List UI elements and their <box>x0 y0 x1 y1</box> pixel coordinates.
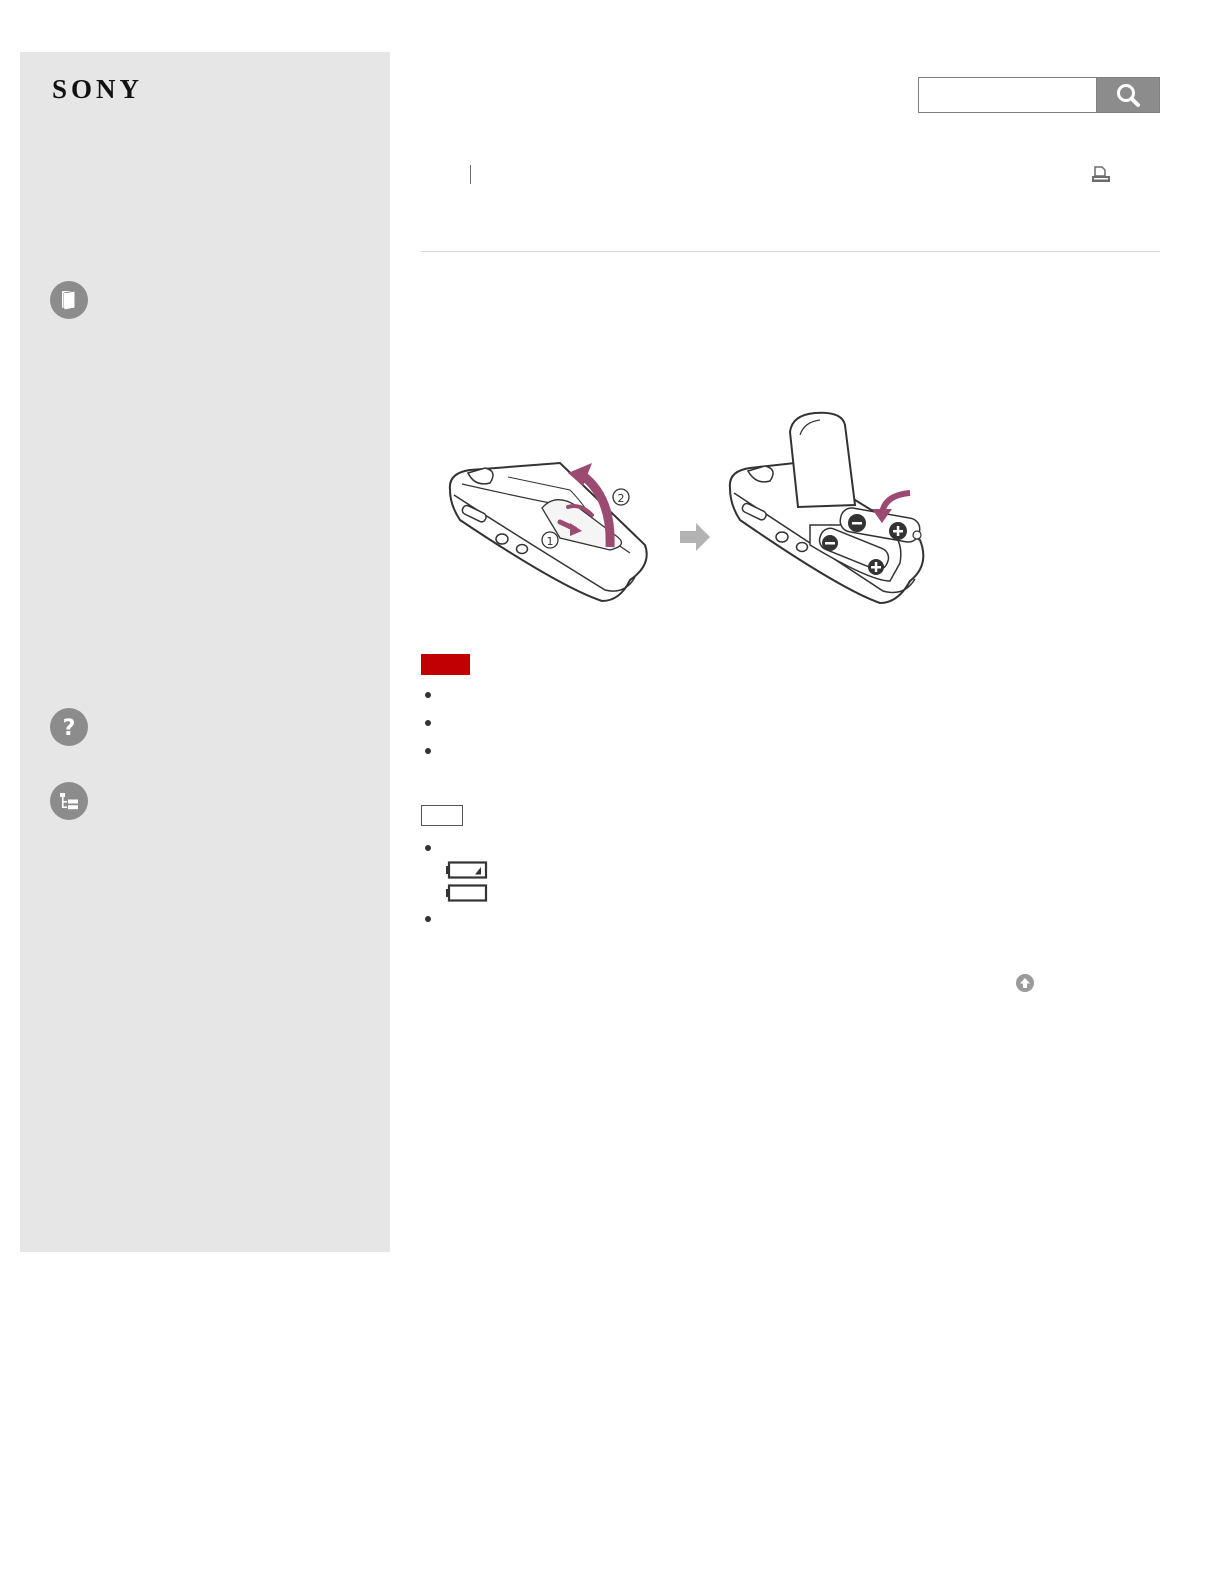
header-divider <box>421 251 1160 252</box>
search-input[interactable] <box>918 77 1096 113</box>
recorder-closed-illustration: 1 2 <box>448 461 648 603</box>
contents-tree-icon[interactable] <box>50 782 88 820</box>
battery-low-icon <box>446 861 488 879</box>
note-bullet <box>425 720 431 726</box>
sony-logo[interactable]: SONY <box>52 74 143 105</box>
arrow-up-icon <box>1020 978 1030 988</box>
hint-label <box>421 805 463 826</box>
sidebar: SONY ? <box>20 52 390 1252</box>
note-bullet <box>425 692 431 698</box>
note-label <box>421 654 470 675</box>
breadcrumb-divider <box>470 165 471 184</box>
search-icon <box>1117 84 1140 107</box>
note-bullet <box>425 748 431 754</box>
print-icon[interactable] <box>1090 165 1112 185</box>
next-step-arrow <box>680 523 710 551</box>
svg-text:2: 2 <box>618 492 625 505</box>
battery-empty-icon <box>446 884 488 902</box>
battery-insertion-illustration: 1 2 <box>448 411 925 605</box>
hint-bullet <box>425 916 431 922</box>
search-button[interactable] <box>1096 77 1160 113</box>
hint-bullet <box>425 845 431 851</box>
recorder-open-illustration <box>728 411 925 605</box>
help-icon[interactable]: ? <box>50 708 88 746</box>
back-to-top-button[interactable] <box>1016 974 1034 992</box>
svg-text:?: ? <box>63 716 76 741</box>
book-icon[interactable] <box>50 281 88 319</box>
svg-text:1: 1 <box>547 535 554 548</box>
